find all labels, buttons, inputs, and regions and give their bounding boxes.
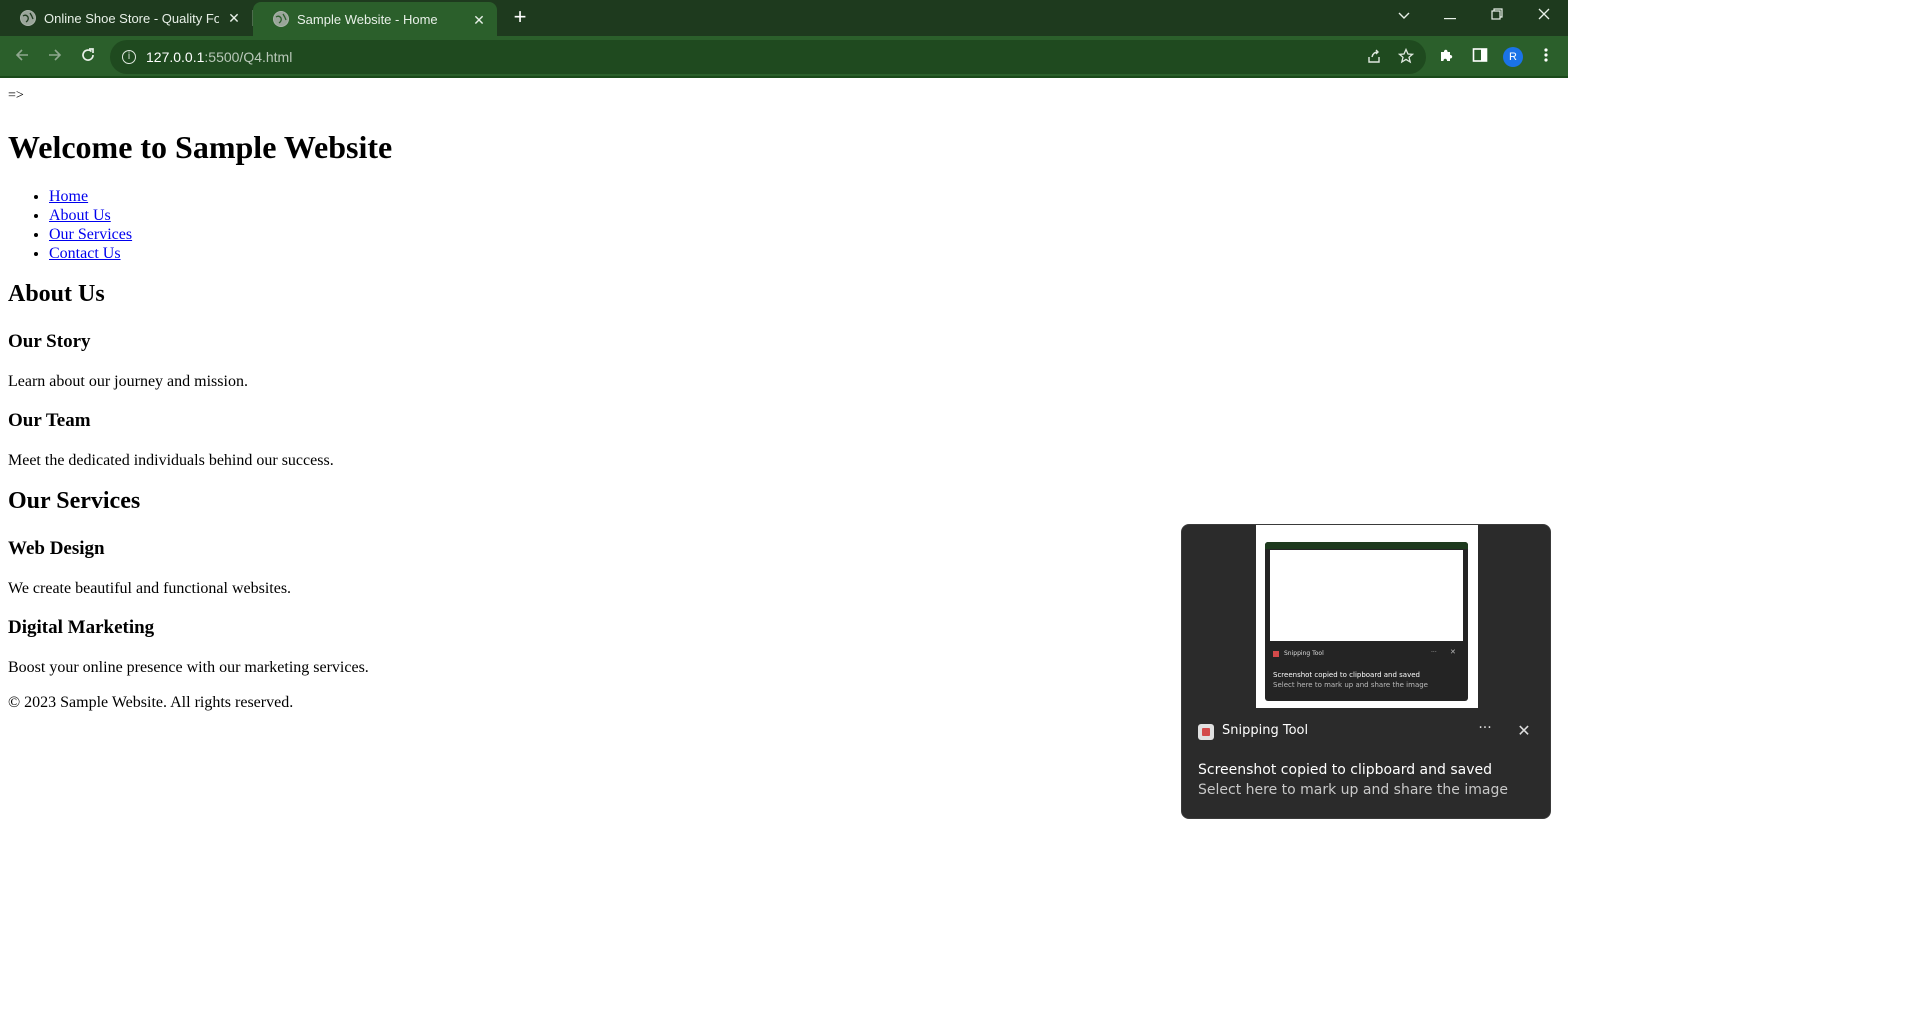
thumbnail-app-row: Snipping Tool bbox=[1273, 650, 1324, 657]
thumbnail-message: Screenshot copied to clipboard and saved bbox=[1273, 671, 1420, 679]
menu-kebab-icon[interactable] bbox=[1536, 47, 1556, 67]
share-icon[interactable] bbox=[1365, 48, 1383, 66]
restore-icon[interactable] bbox=[1477, 0, 1517, 32]
snipping-tool-icon bbox=[1198, 724, 1214, 740]
back-icon[interactable] bbox=[10, 45, 34, 69]
globe-icon bbox=[273, 11, 289, 27]
web-design-heading: Web Design bbox=[8, 538, 105, 559]
nav-item: Home bbox=[49, 187, 132, 206]
thumbnail-close-icon: ✕ bbox=[1450, 648, 1456, 656]
new-tab-icon[interactable]: + bbox=[508, 6, 532, 30]
profile-avatar[interactable]: R bbox=[1503, 47, 1523, 67]
tab-online-shoe-store[interactable]: Online Shoe Store - Quality Foot ✕ bbox=[0, 0, 252, 36]
tab-title: Sample Website - Home bbox=[297, 11, 438, 27]
thumbnail-window: Snipping Tool ··· ✕ Screenshot copied to… bbox=[1265, 542, 1468, 701]
footer-text: © 2023 Sample Website. All rights reserv… bbox=[8, 694, 294, 711]
web-design-text: We create beautiful and functional websi… bbox=[8, 580, 292, 597]
close-window-icon[interactable] bbox=[1524, 0, 1564, 32]
our-story-text: Learn about our journey and mission. bbox=[8, 373, 248, 390]
tab-title: Online Shoe Store - Quality Foot bbox=[44, 10, 219, 26]
nav-link-our-services[interactable]: Our Services bbox=[49, 226, 132, 243]
nav-link-contact-us[interactable]: Contact Us bbox=[49, 245, 121, 262]
browser-toolbar: i 127.0.0.1:5500/Q4.html R bbox=[0, 36, 1568, 78]
close-icon[interactable]: ✕ bbox=[1515, 723, 1533, 741]
page-title: Welcome to Sample Website bbox=[8, 129, 393, 165]
tab-strip: Online Shoe Store - Quality Foot ✕ Sampl… bbox=[0, 0, 1568, 36]
thumbnail-screen bbox=[1270, 550, 1463, 641]
reload-icon[interactable] bbox=[76, 45, 100, 69]
nav-list: Home About Us Our Services Contact Us bbox=[8, 187, 132, 263]
screenshot-thumbnail[interactable]: Snipping Tool ··· ✕ Screenshot copied to… bbox=[1256, 525, 1478, 708]
digital-marketing-text: Boost your online presence with our mark… bbox=[8, 659, 369, 676]
more-options-icon[interactable]: ··· bbox=[1476, 721, 1494, 739]
nav-link-home[interactable]: Home bbox=[49, 188, 88, 205]
url-text: 127.0.0.1:5500/Q4.html bbox=[146, 49, 293, 65]
nav-link-about-us[interactable]: About Us bbox=[49, 207, 111, 224]
our-team-heading: Our Team bbox=[8, 410, 91, 431]
tab-close-icon[interactable]: ✕ bbox=[471, 12, 487, 28]
snipping-tool-icon bbox=[1273, 650, 1279, 657]
thumbnail-subtext: Select here to mark up and share the ima… bbox=[1273, 681, 1428, 689]
thumbnail-titlebar bbox=[1265, 542, 1468, 549]
nav-item: Contact Us bbox=[49, 244, 132, 263]
tab-sample-website-home[interactable]: Sample Website - Home ✕ bbox=[253, 2, 497, 36]
globe-icon bbox=[20, 10, 36, 26]
about-heading: About Us bbox=[8, 281, 105, 307]
minimize-icon[interactable] bbox=[1430, 0, 1470, 32]
address-bar[interactable]: i 127.0.0.1:5500/Q4.html bbox=[110, 40, 1426, 74]
forward-icon[interactable] bbox=[43, 45, 67, 69]
nav-item: About Us bbox=[49, 206, 132, 225]
services-heading: Our Services bbox=[8, 488, 141, 514]
our-team-text: Meet the dedicated individuals behind ou… bbox=[8, 452, 334, 469]
site-info-icon[interactable]: i bbox=[122, 50, 136, 64]
digital-marketing-heading: Digital Marketing bbox=[8, 617, 155, 638]
tab-search-chevron-icon[interactable] bbox=[1384, 0, 1424, 32]
side-panel-icon[interactable] bbox=[1470, 47, 1490, 67]
notification-subtext: Select here to mark up and share the ima… bbox=[1198, 782, 1508, 798]
extensions-puzzle-icon[interactable] bbox=[1437, 47, 1457, 67]
thumbnail-more-icon: ··· bbox=[1431, 649, 1437, 656]
our-story-heading: Our Story bbox=[8, 331, 91, 352]
snipping-tool-notification[interactable]: Snipping Tool ··· ✕ Screenshot copied to… bbox=[1181, 524, 1551, 819]
nav-item: Our Services bbox=[49, 225, 132, 244]
notification-message: Screenshot copied to clipboard and saved bbox=[1198, 762, 1492, 778]
notification-app-name: Snipping Tool bbox=[1222, 723, 1309, 738]
tab-close-icon[interactable]: ✕ bbox=[226, 10, 242, 26]
bookmark-star-icon[interactable] bbox=[1397, 47, 1415, 66]
top-text: => bbox=[8, 88, 24, 103]
